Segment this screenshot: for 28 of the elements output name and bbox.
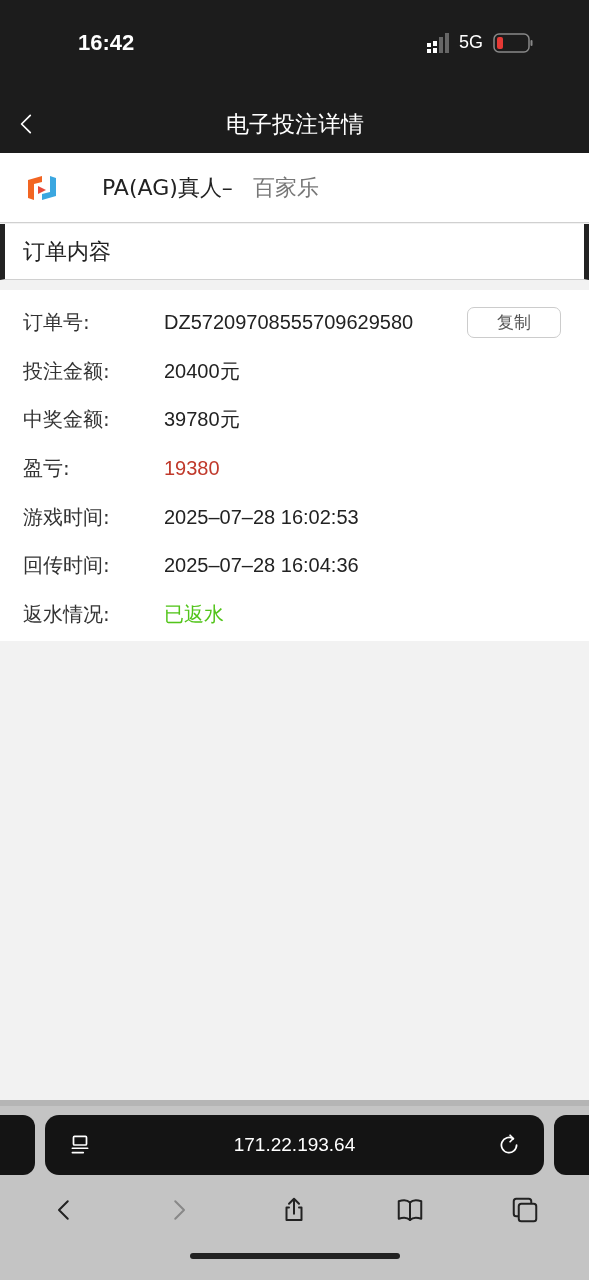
game-provider: PA(AG)真人–	[102, 173, 233, 202]
detail-value: 20400元	[164, 358, 240, 384]
copy-button[interactable]: 复制	[467, 306, 561, 338]
game-logo-icon	[26, 173, 58, 202]
detail-value: 2025–07–28 16:02:53	[164, 505, 359, 529]
detail-label: 游戏时间:	[23, 503, 111, 531]
section-title: 订单内容	[23, 237, 111, 266]
detail-label: 回传时间:	[23, 552, 111, 580]
detail-label: 投注金额:	[23, 357, 111, 385]
detail-value: 已返水	[164, 601, 224, 627]
signal-icon	[427, 32, 449, 53]
detail-value: 2025–07–28 16:04:36	[164, 554, 359, 578]
game-name: 百家乐	[252, 173, 319, 202]
detail-label: 盈亏:	[23, 454, 71, 482]
address-bar[interactable]: 171.22.193.64	[45, 1115, 544, 1175]
battery-icon	[493, 32, 533, 53]
address-text: 171.22.193.64	[232, 1134, 357, 1156]
network-label: 5G	[459, 32, 483, 53]
detail-value: 19380	[164, 456, 220, 480]
detail-label: 订单号:	[23, 308, 91, 336]
status-time: 16:42	[78, 29, 135, 56]
tab-preview[interactable]	[0, 1115, 35, 1175]
detail-label: 中奖金额:	[23, 406, 111, 434]
detail-value: DZ57209708555709629580	[164, 310, 414, 334]
detail-label: 返水情况:	[23, 600, 111, 628]
detail-value: 39780元	[164, 407, 240, 433]
tab-preview[interactable]	[554, 1115, 589, 1175]
page-title: 电子投注详情	[225, 109, 364, 139]
